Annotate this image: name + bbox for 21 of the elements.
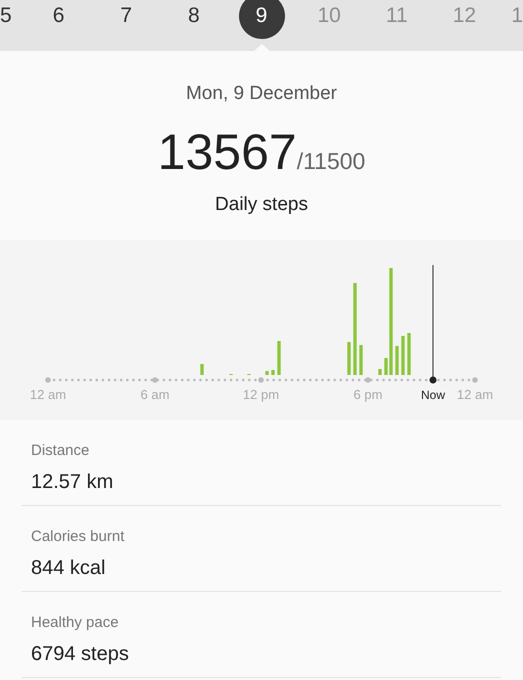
day-button[interactable]: 7 — [103, 0, 150, 39]
stat-value: 6794 steps — [31, 642, 130, 666]
axis-label: 6 pm — [354, 387, 382, 402]
stat-value: 844 kcal — [31, 556, 106, 580]
stat-label: Healthy pace — [31, 613, 120, 633]
stat-value: 12.57 km — [31, 470, 114, 494]
step-goal: /11500 — [296, 148, 366, 174]
axis-label: 12 am — [456, 387, 494, 402]
stat-label: Calories burnt — [31, 527, 126, 547]
day-button[interactable]: 6 — [36, 0, 82, 39]
axis-label: 6 am — [140, 387, 170, 402]
step-count: 13567 — [158, 124, 297, 180]
stat-label: Distance — [31, 441, 90, 461]
day-button[interactable]: 5 — [0, 0, 14, 39]
day-button[interactable]: 9 — [238, 0, 284, 39]
date-title: Mon, 9 December — [184, 82, 338, 106]
steps-caption: Daily steps — [214, 192, 309, 216]
now-label: Now — [421, 388, 445, 402]
axis-label: 12 pm — [242, 387, 280, 402]
day-button[interactable]: 8 — [170, 0, 217, 39]
axis-label: 12 am — [30, 387, 66, 402]
